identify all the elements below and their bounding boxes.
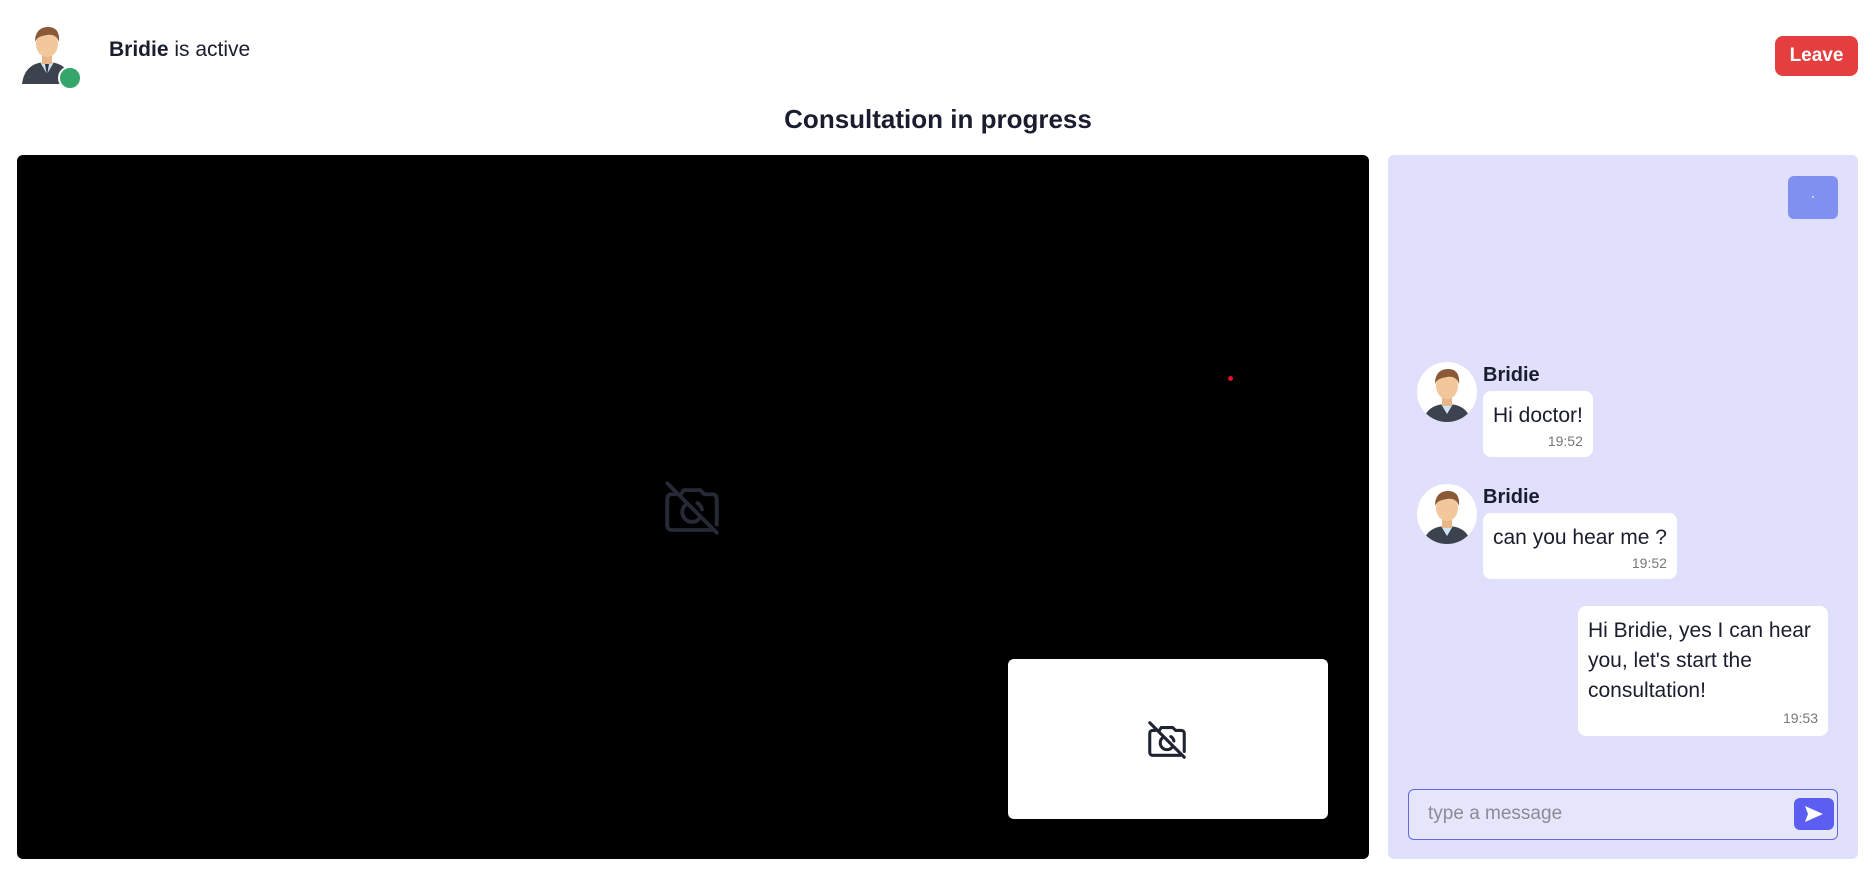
recording-dot (1228, 376, 1233, 381)
avatar-icon (1423, 491, 1471, 544)
camera-off-icon (665, 481, 719, 535)
message-composer (1408, 789, 1838, 840)
message-time: 19:53 (1782, 710, 1818, 726)
leave-button[interactable]: Leave (1775, 36, 1858, 76)
send-button[interactable] (1794, 798, 1834, 830)
chat-options-button[interactable] (1788, 176, 1838, 219)
message-text: Hi doctor! (1493, 404, 1583, 427)
remote-video (17, 155, 1369, 859)
message-bubble: can you hear me ? 19:52 (1483, 513, 1677, 579)
send-icon (1805, 806, 1823, 822)
message-bubble: Hi doctor! 19:52 (1483, 391, 1593, 457)
status-label: is active (168, 38, 251, 61)
user-avatar (20, 24, 82, 90)
message-text: Hi Bridie, yes I can hear you, let's sta… (1588, 619, 1811, 702)
message-time: 19:52 (1547, 433, 1583, 449)
page-title: Consultation in progress (784, 104, 1092, 134)
status-text: Bridie is active (109, 38, 250, 62)
avatar (1417, 484, 1477, 544)
message-text: can you hear me ? (1493, 526, 1667, 549)
message-time: 19:52 (1631, 555, 1667, 571)
local-video (1008, 659, 1328, 819)
outgoing-message-bubble: Hi Bridie, yes I can hear you, let's sta… (1578, 606, 1828, 736)
chat-panel: Bridie Hi doctor! 19:52 Bridie can you h… (1388, 155, 1858, 859)
message-sender: Bridie (1483, 364, 1540, 386)
message-row: Bridie can you hear me ? 19:52 (1417, 484, 1677, 579)
message-row: Bridie Hi doctor! 19:52 (1417, 362, 1593, 457)
header: Bridie is active Leave (0, 0, 1876, 100)
avatar (1417, 362, 1477, 422)
avatar-icon (1423, 369, 1471, 422)
online-indicator (58, 66, 82, 90)
message-input[interactable] (1409, 790, 1789, 838)
chat-options-dot (1812, 196, 1814, 198)
user-name: Bridie (109, 38, 169, 61)
user-status: Bridie is active (20, 24, 250, 90)
message-sender: Bridie (1483, 486, 1540, 508)
camera-off-icon (1148, 721, 1186, 759)
